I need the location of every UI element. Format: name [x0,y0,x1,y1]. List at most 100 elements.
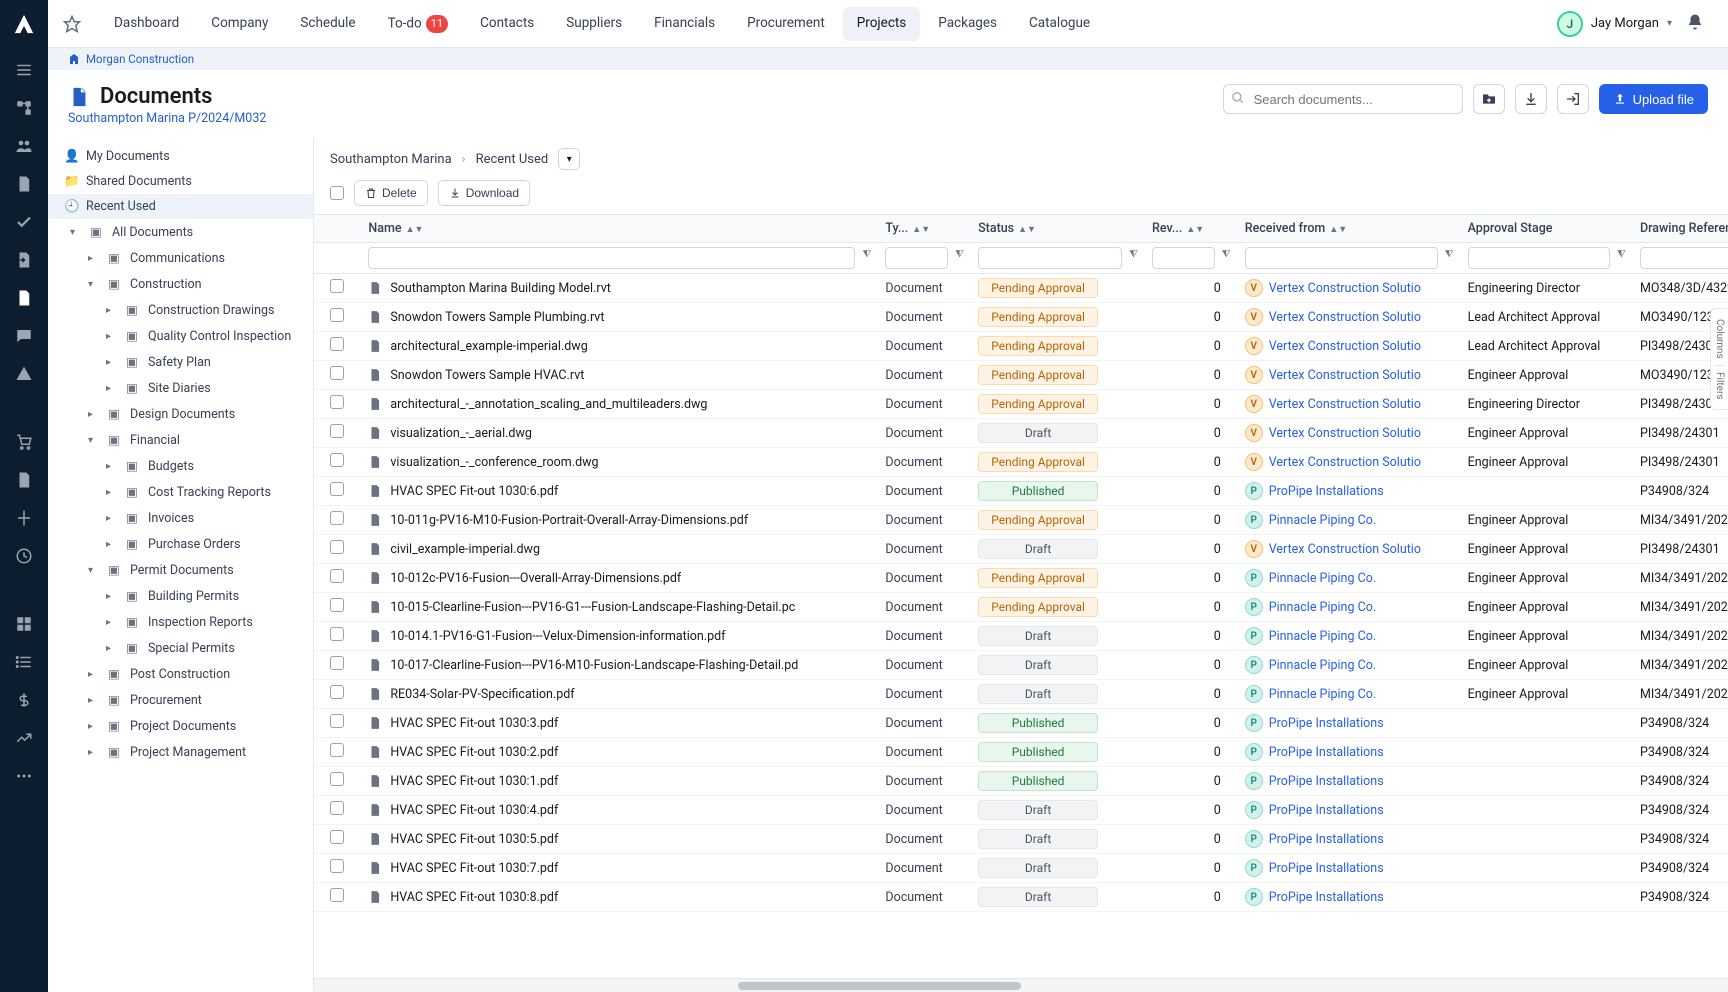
row-checkbox[interactable] [330,279,344,293]
nav-schedule[interactable]: Schedule [286,7,369,41]
row-checkbox[interactable] [330,743,344,757]
row-checkbox[interactable] [330,569,344,583]
tree-project-documents[interactable]: ▸▣Project Documents [48,713,313,739]
rail-check-icon[interactable] [14,212,34,232]
tree-financial[interactable]: ▾▣Financial [48,427,313,453]
row-checkbox[interactable] [330,685,344,699]
received-from-link[interactable]: Vertex Construction Solutio [1269,426,1421,441]
notifications-button[interactable] [1686,13,1704,35]
sidebar-recent[interactable]: 🕘 Recent Used [48,194,313,219]
nav-catalogue[interactable]: Catalogue [1015,7,1104,41]
received-from-link[interactable]: ProPipe Installations [1269,803,1384,818]
table-row[interactable]: HVAC SPEC Fit-out 1030:1.pdfDocumentPubl… [314,767,1728,796]
nav-dashboard[interactable]: Dashboard [100,7,193,41]
side-panel-tabs[interactable]: Columns Filters [1710,308,1728,410]
download-all-button[interactable] [1515,84,1547,114]
funnel-icon[interactable]: ⧨ [1129,249,1138,260]
tree-quality-control-inspection[interactable]: ▸▣Quality Control Inspection [48,323,313,349]
tree-communications[interactable]: ▸▣Communications [48,245,313,271]
table-row[interactable]: HVAC SPEC Fit-out 1030:5.pdfDocumentDraf… [314,825,1728,854]
table-row[interactable]: Southampton Marina Building Model.rvtDoc… [314,274,1728,303]
rail-menu-icon[interactable] [14,60,34,80]
received-from-link[interactable]: ProPipe Installations [1269,832,1384,847]
received-from-link[interactable]: ProPipe Installations [1269,745,1384,760]
rail-export-icon[interactable] [14,250,34,270]
nav-company[interactable]: Company [197,7,282,41]
tree-cost-tracking-reports[interactable]: ▸▣Cost Tracking Reports [48,479,313,505]
row-checkbox[interactable] [330,714,344,728]
nav-suppliers[interactable]: Suppliers [552,7,636,41]
rail-grid-icon[interactable] [14,614,34,634]
tree-design-documents[interactable]: ▸▣Design Documents [48,401,313,427]
received-from-link[interactable]: Pinnacle Piping Co. [1269,600,1376,615]
rail-chat-icon[interactable] [14,326,34,346]
row-checkbox[interactable] [330,424,344,438]
tree-all-documents[interactable]: ▾▣All Documents [48,219,313,245]
received-from-link[interactable]: ProPipe Installations [1269,774,1384,789]
user-menu[interactable]: J Jay Morgan ▾ [1557,11,1672,37]
delete-button[interactable]: Delete [354,180,428,206]
filter-type[interactable] [885,247,948,269]
download-button[interactable]: Download [438,180,530,206]
rail-cart-icon[interactable] [14,432,34,452]
row-checkbox[interactable] [330,888,344,902]
rail-trend-icon[interactable] [14,728,34,748]
row-checkbox[interactable] [330,453,344,467]
row-checkbox[interactable] [330,482,344,496]
org-breadcrumb[interactable]: Morgan Construction [48,48,1728,70]
nav-financials[interactable]: Financials [640,7,729,41]
table-row[interactable]: 10-012c-PV16-Fusion---Overall-Array-Dime… [314,564,1728,593]
table-row[interactable]: visualization_-_conference_room.dwgDocum… [314,448,1728,477]
received-from-link[interactable]: ProPipe Installations [1269,484,1384,499]
filter-rev[interactable] [1152,247,1215,269]
nav-procurement[interactable]: Procurement [733,7,839,41]
received-from-link[interactable]: Vertex Construction Solutio [1269,339,1421,354]
received-from-link[interactable]: Vertex Construction Solutio [1269,397,1421,412]
row-checkbox[interactable] [330,627,344,641]
table-row[interactable]: architectural_-_annotation_scaling_and_m… [314,390,1728,419]
move-button[interactable] [1557,84,1589,114]
table-row[interactable]: HVAC SPEC Fit-out 1030:4.pdfDocumentDraf… [314,796,1728,825]
filters-tab[interactable]: Filters [1714,372,1725,400]
table-row[interactable]: visualization_-_aerial.dwgDocumentDraft0… [314,419,1728,448]
table-row[interactable]: Snowdon Towers Sample HVAC.rvtDocumentPe… [314,361,1728,390]
table-row[interactable]: architectural_example-imperial.dwgDocume… [314,332,1728,361]
tree-inspection-reports[interactable]: ▸▣Inspection Reports [48,609,313,635]
tree-project-management[interactable]: ▸▣Project Management [48,739,313,765]
col-received[interactable]: Received from▲▼ [1237,215,1460,243]
row-checkbox[interactable] [330,598,344,612]
filter-ref[interactable] [1640,247,1728,269]
table-row[interactable]: 10-017-Clearline-Fusion---PV16-M10-Fusio… [314,651,1728,680]
rail-more-icon[interactable] [14,766,34,786]
filter-recv[interactable] [1245,247,1438,269]
row-checkbox[interactable] [330,395,344,409]
tree-construction[interactable]: ▾▣Construction [48,271,313,297]
table-row[interactable]: HVAC SPEC Fit-out 1030:7.pdfDocumentDraf… [314,854,1728,883]
col-rev[interactable]: Rev...▲▼ [1144,215,1237,243]
table-row[interactable]: Snowdon Towers Sample Plumbing.rvtDocume… [314,303,1728,332]
tree-special-permits[interactable]: ▸▣Special Permits [48,635,313,661]
funnel-icon[interactable]: ⧨ [1617,249,1626,260]
tree-site-diaries[interactable]: ▸▣Site Diaries [48,375,313,401]
nav-contacts[interactable]: Contacts [466,7,548,41]
table-row[interactable]: 10-014.1-PV16-G1-Fusion---Velux-Dimensio… [314,622,1728,651]
received-from-link[interactable]: Vertex Construction Solutio [1269,281,1421,296]
row-checkbox[interactable] [330,772,344,786]
received-from-link[interactable]: Vertex Construction Solutio [1269,310,1421,325]
table-row[interactable]: HVAC SPEC Fit-out 1030:8.pdfDocumentDraf… [314,883,1728,912]
funnel-icon[interactable]: ⧨ [1445,249,1454,260]
tree-invoices[interactable]: ▸▣Invoices [48,505,313,531]
received-from-link[interactable]: ProPipe Installations [1269,716,1384,731]
funnel-icon[interactable]: ⧨ [955,249,964,260]
received-from-link[interactable]: Vertex Construction Solutio [1269,455,1421,470]
select-all-checkbox[interactable] [330,186,344,200]
rail-alert-icon[interactable] [14,364,34,384]
search-input[interactable] [1223,84,1463,114]
columns-tab[interactable]: Columns [1714,319,1725,366]
col-name[interactable]: Name▲▼ [360,215,877,243]
tree-safety-plan[interactable]: ▸▣Safety Plan [48,349,313,375]
table-row[interactable]: RE034-Solar-PV-Specification.pdfDocument… [314,680,1728,709]
app-logo[interactable] [0,0,48,48]
rail-page-icon[interactable] [14,470,34,490]
table-row[interactable]: civil_example-imperial.dwgDocumentDraft0… [314,535,1728,564]
